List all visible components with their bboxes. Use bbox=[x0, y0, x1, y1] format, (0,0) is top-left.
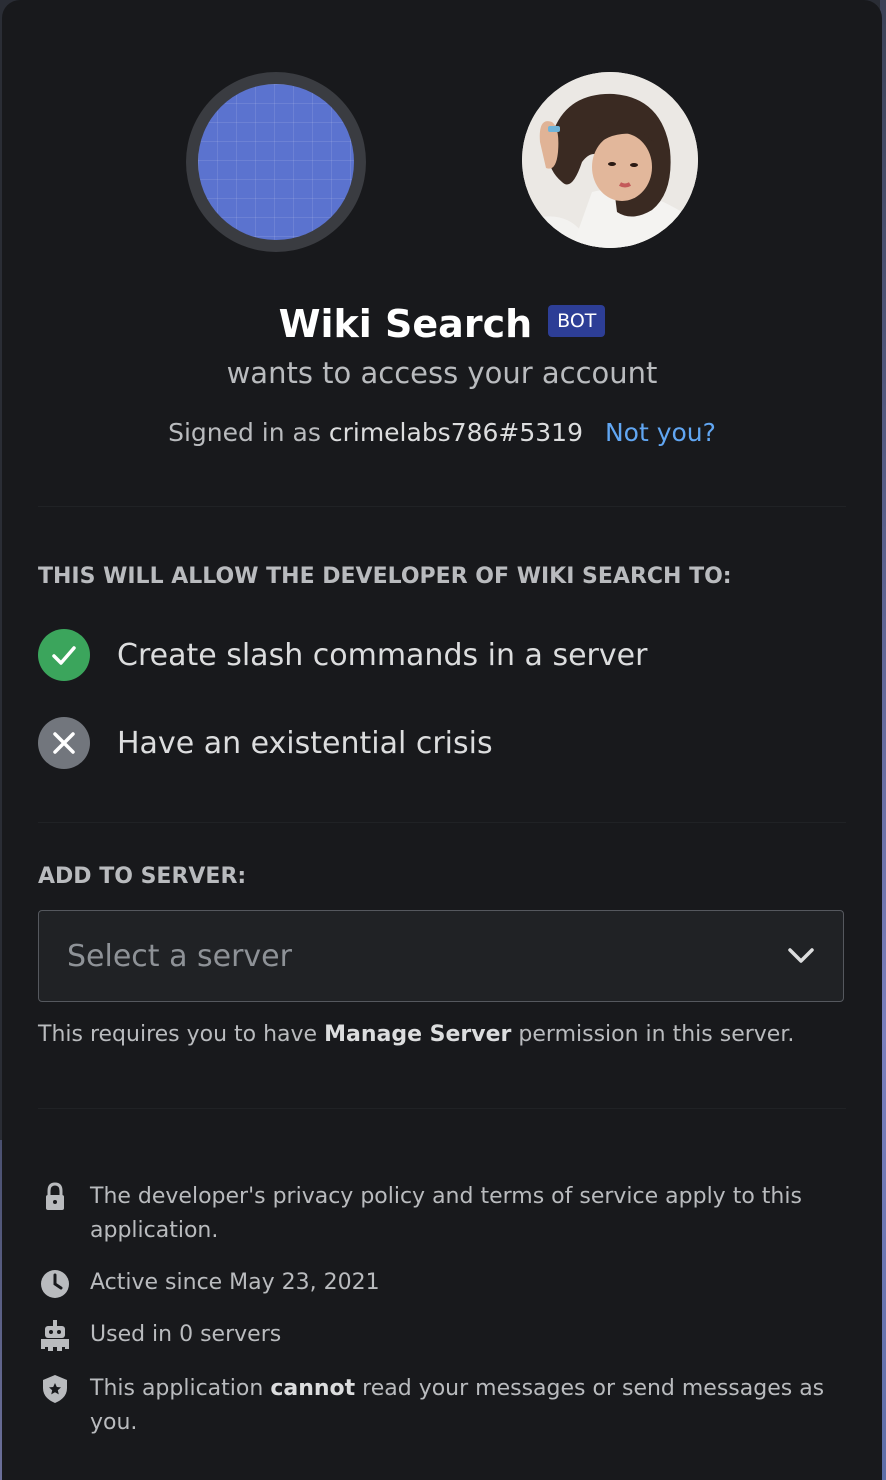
servers-count-row: Used in 0 servers bbox=[38, 1318, 828, 1352]
server-select-placeholder: Select a server bbox=[67, 938, 292, 974]
not-you-link[interactable]: Not you? bbox=[605, 418, 716, 447]
requirement-suffix: permission in this server. bbox=[518, 1022, 795, 1047]
chevron-down-icon bbox=[787, 947, 815, 965]
app-title-row: Wiki Search BOT bbox=[2, 302, 882, 346]
divider bbox=[38, 822, 846, 823]
permission-item: Have an existential crisis bbox=[38, 716, 493, 770]
active-since-text: Active since May 23, 2021 bbox=[90, 1270, 380, 1295]
app-name: Wiki Search bbox=[278, 302, 533, 346]
privacy-text: The developer's privacy policy and terms… bbox=[90, 1184, 802, 1243]
messages-cannot: cannot bbox=[270, 1376, 356, 1401]
privacy-info-row: The developer's privacy policy and terms… bbox=[38, 1180, 828, 1248]
signed-in-prefix: Signed in as bbox=[168, 418, 321, 447]
bot-badge: BOT bbox=[548, 305, 606, 337]
divider bbox=[38, 506, 846, 507]
signed-in-username: crimelabs786#5319 bbox=[328, 418, 583, 447]
add-to-server-header: ADD TO SERVER: bbox=[38, 864, 247, 889]
clock-icon bbox=[38, 1266, 72, 1300]
user-avatar bbox=[522, 72, 698, 248]
user-avatar-photo bbox=[522, 72, 698, 248]
bot-avatar bbox=[186, 72, 366, 252]
robot-icon bbox=[38, 1318, 72, 1352]
permission-label: Have an existential crisis bbox=[117, 725, 493, 761]
active-since-row: Active since May 23, 2021 bbox=[38, 1266, 828, 1300]
server-select-dropdown[interactable]: Select a server bbox=[38, 910, 844, 1002]
signed-in-row: Signed in as crimelabs786#5319 Not you? bbox=[2, 418, 882, 447]
servers-count-text: Used in 0 servers bbox=[90, 1322, 282, 1347]
messages-access-text: This application cannot read your messag… bbox=[90, 1372, 828, 1440]
messages-access-row: This application cannot read your messag… bbox=[38, 1372, 828, 1440]
requirement-prefix: This requires you to have bbox=[38, 1022, 318, 1047]
permissions-header: THIS WILL ALLOW THE DEVELOPER OF WIKI SE… bbox=[38, 564, 732, 589]
app-subtitle: wants to access your account bbox=[226, 356, 658, 390]
shield-icon bbox=[38, 1372, 72, 1406]
permission-item: Create slash commands in a server bbox=[38, 628, 647, 682]
oauth-authorize-modal: Wiki Search BOT wants to access your acco… bbox=[2, 0, 882, 1480]
check-icon bbox=[38, 629, 90, 681]
permission-requirement-note: This requires you to have Manage Server … bbox=[38, 1022, 794, 1047]
lock-icon bbox=[38, 1180, 72, 1214]
divider bbox=[38, 1108, 846, 1109]
x-icon bbox=[38, 717, 90, 769]
requirement-permission: Manage Server bbox=[324, 1022, 512, 1047]
permission-label: Create slash commands in a server bbox=[117, 637, 648, 673]
messages-prefix: This application bbox=[90, 1376, 264, 1401]
bot-avatar-image bbox=[198, 84, 354, 240]
